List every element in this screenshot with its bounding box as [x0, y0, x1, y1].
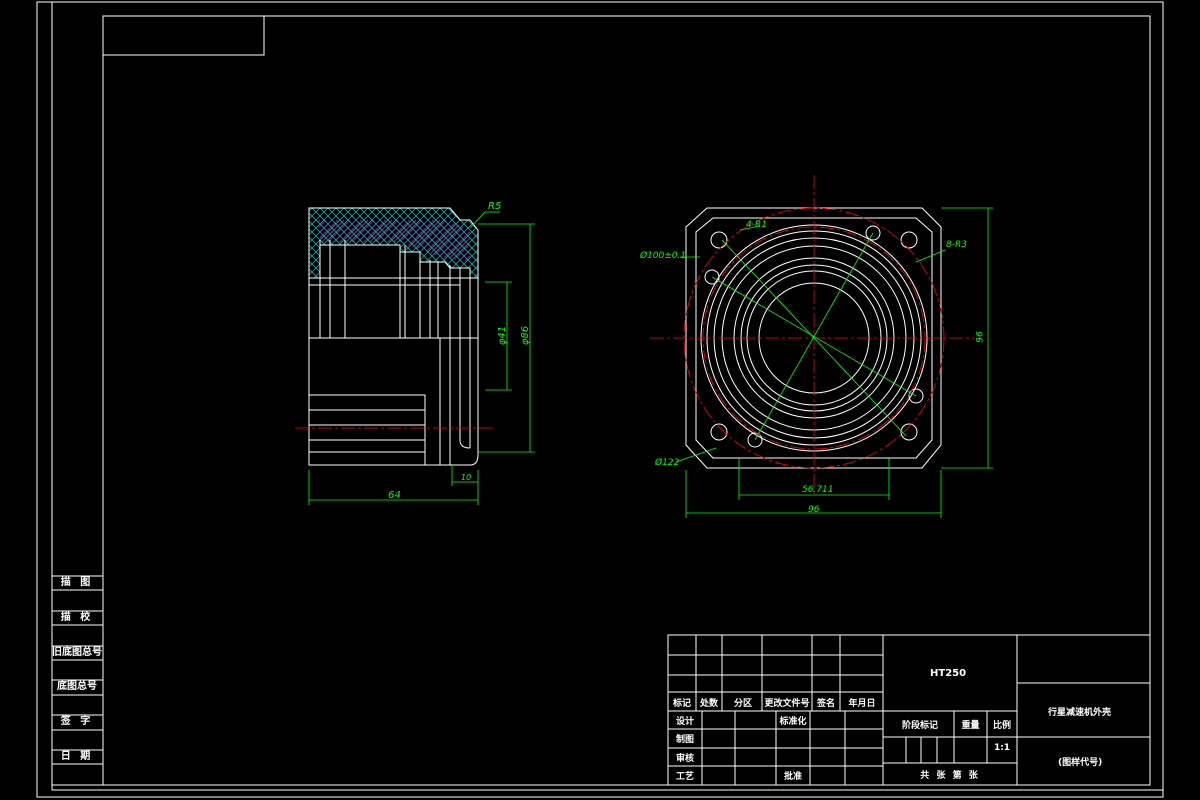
- dim-phi41: φ41: [497, 325, 509, 346]
- header-date: 年月日: [848, 699, 876, 709]
- header-count: 处数: [699, 699, 718, 709]
- dim-96-vertical: 96: [975, 331, 986, 343]
- side-label-tracing: 描 图: [60, 577, 94, 588]
- design-label: 设计: [675, 717, 694, 727]
- side-label-old-base-no: 旧底图总号: [52, 647, 102, 658]
- top-code-box: [102, 15, 265, 56]
- header-change-doc: 更改文件号: [764, 699, 810, 709]
- dim-length-64: 64: [388, 490, 401, 501]
- standardize-label: 标准化: [779, 717, 807, 727]
- bolt-hole: [710, 231, 728, 249]
- material-label: HT250: [930, 668, 967, 679]
- dim-96-horizontal: 96: [808, 505, 820, 515]
- dim-phi122: Ø122: [655, 458, 680, 468]
- drawing-frame: [102, 15, 1151, 786]
- drafting-label: 制图: [675, 735, 694, 745]
- front-view[interactable]: [650, 175, 993, 518]
- stage-mark-label: 阶段标记: [901, 721, 938, 731]
- sheet-count: 共 张 第 张: [920, 771, 980, 781]
- dim-56-711: 56.711: [802, 485, 834, 495]
- approve-label: 批准: [783, 772, 802, 782]
- drawing-code: (图样代号): [1058, 758, 1103, 768]
- part-name: 行星减速机外壳: [1048, 708, 1112, 718]
- cad-drawing-canvas[interactable]: [0, 0, 1200, 800]
- section-view[interactable]: [295, 207, 535, 505]
- process-label: 工艺: [675, 772, 694, 782]
- dim-phi100: Ø100±0.1: [640, 251, 687, 261]
- header-signature: 签名: [816, 699, 835, 709]
- side-label-date: 日 期: [60, 751, 94, 762]
- sheet-inner-border: [51, 1, 1164, 791]
- side-label-base-no: 底图总号: [57, 681, 97, 692]
- scale-label: 比例: [992, 721, 1011, 731]
- bolt-hole: [900, 231, 918, 249]
- sheet-outer-border: [36, 1, 1164, 798]
- section-diag-hatch: [318, 220, 470, 262]
- scale-value: 1:1: [993, 743, 1011, 753]
- side-label-tracing-check: 描 校: [60, 612, 94, 623]
- side-label-signature: 签 字: [60, 716, 94, 727]
- dim-4-r1: 4-R1: [746, 220, 767, 230]
- review-label: 审核: [675, 754, 694, 764]
- header-zone: 分区: [733, 699, 752, 709]
- dim-length-10: 10: [461, 473, 472, 482]
- dim-r5: R5: [488, 201, 502, 212]
- header-mark: 标记: [672, 699, 691, 709]
- weight-label: 重量: [961, 721, 980, 731]
- dim-phi86: φ86: [520, 325, 532, 346]
- dim-8-r3: 8-R3: [946, 240, 967, 250]
